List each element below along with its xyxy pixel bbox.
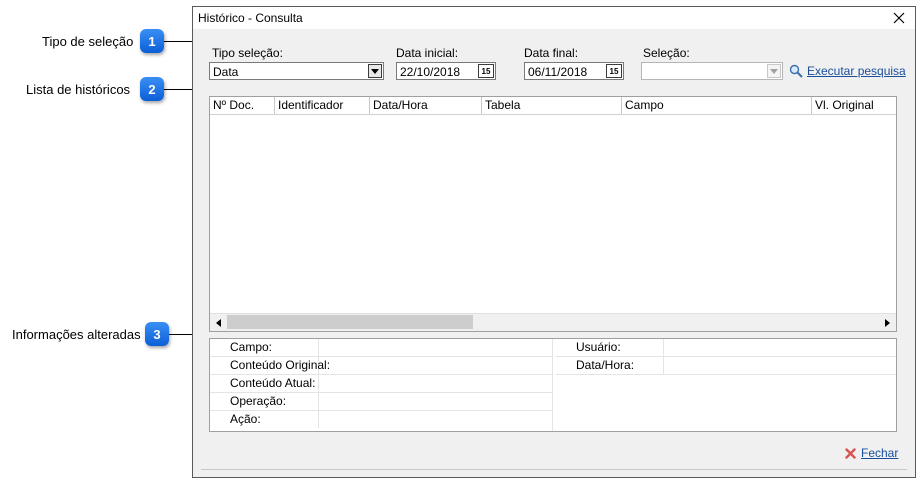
calendar-icon[interactable]: 15	[606, 64, 622, 78]
info-label-acao: Ação:	[210, 411, 319, 428]
info-row-usuario: Usuário:	[556, 339, 896, 357]
fechar-button[interactable]: Fechar	[845, 446, 898, 460]
tipo-selecao-select[interactable]: Data	[209, 62, 384, 80]
column-header-identificador[interactable]: Identificador	[275, 97, 370, 114]
info-label-conteudo-original: Conteúdo Original:	[210, 357, 330, 374]
grid-header: Nº Doc. Identificador Data/Hora Tabela C…	[210, 97, 896, 115]
column-header-tabela[interactable]: Tabela	[482, 97, 622, 114]
arrow-left-icon	[216, 318, 221, 327]
calendar-icon[interactable]: 15	[478, 64, 494, 78]
data-inicial-label: Data inicial:	[396, 46, 459, 60]
selecao-label: Seleção:	[643, 46, 690, 60]
footer-divider	[201, 469, 907, 470]
data-final-label: Data final:	[524, 46, 579, 60]
callout-label-lista: Lista de históricos	[26, 82, 131, 97]
callout-badge-2: 2	[140, 77, 164, 101]
column-header-vl-original[interactable]: Vl. Original	[812, 97, 896, 114]
info-label-conteudo-atual: Conteúdo Atual:	[210, 375, 319, 392]
close-icon	[845, 447, 856, 459]
column-header-campo[interactable]: Campo	[622, 97, 812, 114]
historico-window: Histórico - Consulta Tipo seleção: Data …	[192, 6, 916, 478]
scroll-left-button[interactable]	[210, 314, 227, 331]
tipo-selecao-value: Data	[213, 65, 239, 79]
informacoes-panel: Campo: Conteúdo Original: Conteúdo Atual…	[209, 338, 897, 432]
tipo-selecao-label: Tipo seleção:	[212, 46, 283, 60]
info-row-operacao: Operação:	[210, 393, 552, 411]
scroll-right-button[interactable]	[879, 314, 896, 331]
info-label-campo: Campo:	[210, 339, 319, 356]
arrow-right-icon	[885, 318, 890, 327]
callout-badge-3: 3	[145, 322, 169, 346]
historico-list[interactable]: Nº Doc. Identificador Data/Hora Tabela C…	[209, 96, 897, 332]
chevron-down-icon	[371, 68, 379, 74]
selecao-select[interactable]	[641, 62, 783, 80]
title-bar: Histórico - Consulta	[193, 7, 915, 29]
executar-pesquisa-label: Executar pesquisa	[807, 64, 906, 78]
info-row-conteudo-original: Conteúdo Original:	[210, 357, 552, 375]
window-title: Histórico - Consulta	[198, 11, 303, 25]
callout-badge-1: 1	[140, 29, 164, 53]
info-divider	[552, 339, 553, 431]
info-label-data-hora: Data/Hora:	[556, 357, 664, 374]
column-header-data-hora[interactable]: Data/Hora	[370, 97, 482, 114]
info-label-operacao: Operação:	[210, 393, 319, 410]
data-final-input[interactable]: 06/11/2018 15	[524, 62, 624, 80]
dropdown-arrow-button[interactable]	[368, 64, 382, 78]
callout-label-tipo: Tipo de seleção	[42, 34, 134, 49]
chevron-down-icon	[770, 68, 778, 74]
executar-pesquisa-button[interactable]: Executar pesquisa	[789, 64, 906, 78]
info-row-acao: Ação:	[210, 411, 552, 429]
close-icon	[893, 12, 905, 24]
info-row-data-hora: Data/Hora:	[556, 357, 896, 375]
horizontal-scrollbar[interactable]	[210, 313, 896, 331]
close-window-button[interactable]	[889, 8, 909, 28]
info-label-usuario: Usuário:	[556, 339, 664, 356]
data-inicial-value: 22/10/2018	[400, 65, 461, 79]
info-row-campo: Campo:	[210, 339, 552, 357]
data-inicial-input[interactable]: 22/10/2018 15	[396, 62, 496, 80]
scroll-thumb[interactable]	[227, 315, 473, 329]
column-header-num-doc[interactable]: Nº Doc.	[210, 97, 275, 114]
data-final-value: 06/11/2018	[528, 65, 588, 79]
fechar-label: Fechar	[861, 446, 899, 460]
search-icon	[789, 64, 803, 78]
callout-label-informacoes: Informações alteradas	[12, 327, 141, 342]
dropdown-arrow-button[interactable]	[767, 64, 781, 78]
info-row-conteudo-atual: Conteúdo Atual:	[210, 375, 552, 393]
